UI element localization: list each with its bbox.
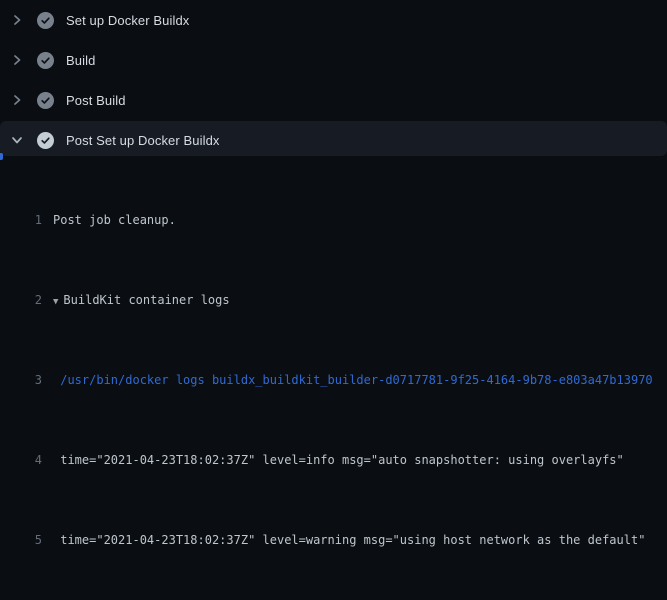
actions-log-viewer: Set up Docker Buildx Build Post Build Po… <box>0 0 667 600</box>
log-line-text: ▼ BuildKit container logs <box>53 290 230 310</box>
log-line-number[interactable]: 5 <box>0 530 42 550</box>
steps-list: Set up Docker Buildx Build Post Build Po… <box>0 0 667 160</box>
step-row-post-set-up-docker-buildx[interactable]: Post Set up Docker Buildx <box>0 120 667 160</box>
log-line-number[interactable]: 3 <box>0 370 42 390</box>
log-line-message: time="2021-04-23T18:02:37Z" level=warnin… <box>53 533 645 547</box>
log-line: 5 time="2021-04-23T18:02:37Z" level=warn… <box>0 530 667 550</box>
log-line: 2 ▼ BuildKit container logs <box>0 290 667 310</box>
log-line-text: time="2021-04-23T18:02:37Z" level=warnin… <box>53 530 645 550</box>
check-circle-icon <box>37 132 54 149</box>
log-line: 3 /usr/bin/docker logs buildx_buildkit_b… <box>0 370 667 390</box>
chevron-right-icon[interactable] <box>11 14 23 26</box>
log-line-message: time="2021-04-23T18:02:37Z" level=info m… <box>53 453 624 467</box>
step-label: Build <box>66 53 95 68</box>
step-row-build[interactable]: Build <box>0 40 667 80</box>
chevron-right-icon[interactable] <box>11 54 23 66</box>
step-row-set-up-docker-buildx[interactable]: Set up Docker Buildx <box>0 0 667 40</box>
log-line: 1 Post job cleanup. <box>0 210 667 230</box>
check-circle-icon <box>37 92 54 109</box>
chevron-down-icon[interactable] <box>11 134 23 146</box>
log-line-message: Post job cleanup. <box>53 213 176 227</box>
log-line-message: BuildKit container logs <box>63 293 229 307</box>
step-label: Post Build <box>66 93 126 108</box>
log-line-text: Post job cleanup. <box>53 210 176 230</box>
log-line-number[interactable]: 2 <box>0 290 42 310</box>
log-line-number[interactable]: 4 <box>0 450 42 470</box>
log-area: 1 Post job cleanup. 2 ▼ BuildKit containe… <box>0 160 667 600</box>
step-label: Set up Docker Buildx <box>66 13 189 28</box>
triangle-down-icon[interactable]: ▼ <box>53 297 58 307</box>
step-row-post-build[interactable]: Post Build <box>0 80 667 120</box>
log-line: 4 time="2021-04-23T18:02:37Z" level=info… <box>0 450 667 470</box>
check-circle-icon <box>37 52 54 69</box>
check-circle-icon <box>37 12 54 29</box>
focus-indicator-fragment <box>0 153 3 160</box>
log-line-text: /usr/bin/docker logs buildx_buildkit_bui… <box>53 370 653 390</box>
log-line-message: /usr/bin/docker logs buildx_buildkit_bui… <box>53 373 653 387</box>
log-line-text: time="2021-04-23T18:02:37Z" level=info m… <box>53 450 624 470</box>
step-label: Post Set up Docker Buildx <box>66 133 220 148</box>
chevron-right-icon[interactable] <box>11 94 23 106</box>
log-line-number[interactable]: 1 <box>0 210 42 230</box>
